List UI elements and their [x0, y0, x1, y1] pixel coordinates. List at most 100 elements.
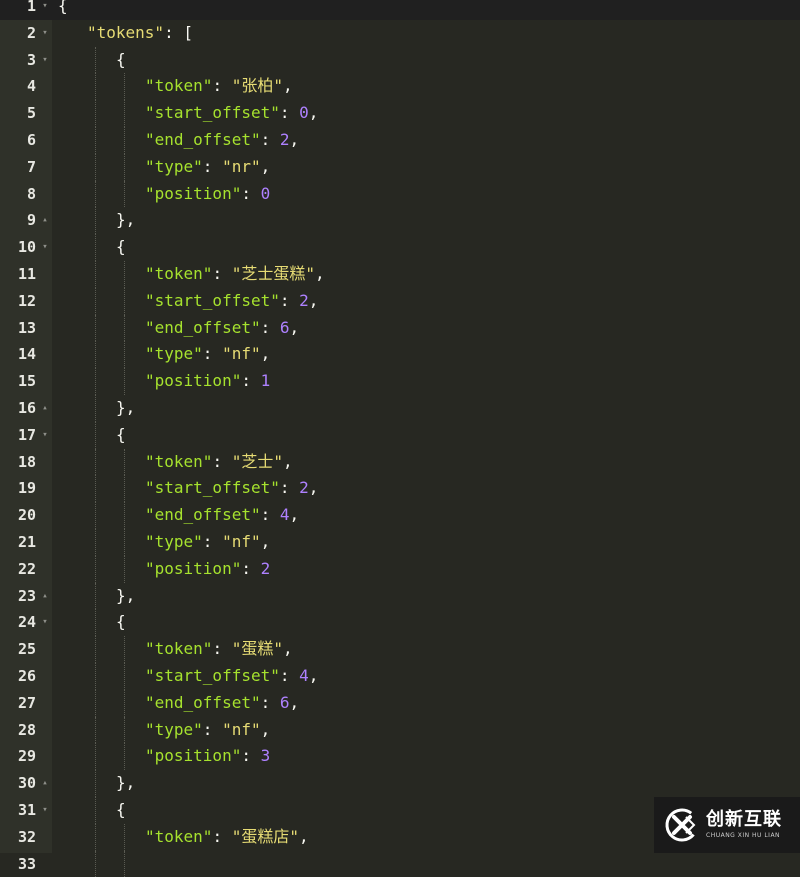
code-token: "蛋糕店"	[232, 827, 299, 846]
code-text: "type": "nf",	[58, 529, 270, 556]
code-token: "type"	[145, 344, 203, 363]
code-token: ,	[290, 693, 300, 712]
code-token: :	[261, 693, 280, 712]
code-text: "end_offset": 4,	[58, 502, 299, 529]
fold-open-icon[interactable]: ▾	[40, 797, 50, 824]
code-line[interactable]: 19"start_offset": 2,	[0, 475, 800, 502]
code-lines[interactable]: 1▾{2▾"tokens": [3▾{4"token": "张柏",5"star…	[0, 0, 800, 877]
line-number: 27	[0, 690, 36, 717]
code-line[interactable]: 9▴},	[0, 207, 800, 234]
code-line[interactable]: 33	[0, 851, 800, 877]
code-token: "nf"	[222, 720, 261, 739]
line-number: 22	[0, 556, 36, 583]
line-number: 5	[0, 100, 36, 127]
code-token: :	[212, 76, 231, 95]
watermark-brand-en: CHUANG XIN HU LIAN	[706, 831, 782, 841]
code-line[interactable]: 22"position": 2	[0, 556, 800, 583]
fold-open-icon[interactable]: ▾	[40, 234, 50, 261]
line-number: 16	[0, 395, 36, 422]
code-token: ,	[309, 666, 319, 685]
code-token: :	[212, 639, 231, 658]
code-token: :	[203, 532, 222, 551]
code-token: {	[116, 612, 126, 631]
code-text: "position": 1	[58, 368, 270, 395]
indent-guide	[124, 851, 125, 877]
code-line[interactable]: 21 "type": "nf",	[0, 529, 800, 556]
line-number: 33	[0, 851, 36, 877]
code-text: "start_offset": 0,	[58, 100, 318, 127]
code-token: {	[116, 50, 126, 69]
code-line[interactable]: 15"position": 1	[0, 368, 800, 395]
code-token: "end_offset"	[145, 318, 261, 337]
code-token: "nr"	[222, 157, 261, 176]
code-token: :	[212, 827, 231, 846]
code-token: "start_offset"	[145, 666, 280, 685]
code-line[interactable]: 27"end_offset": 6,	[0, 690, 800, 717]
code-token: {	[116, 800, 126, 819]
fold-close-icon[interactable]: ▴	[40, 770, 50, 797]
code-line[interactable]: 17▾{	[0, 422, 800, 449]
code-token: ,	[283, 452, 293, 471]
line-number: 28	[0, 717, 36, 744]
code-line[interactable]: 5 "start_offset": 0,	[0, 100, 800, 127]
line-number: 7	[0, 154, 36, 181]
code-line[interactable]: 12"start_offset": 2,	[0, 288, 800, 315]
code-text: "token": "蛋糕",	[58, 636, 293, 663]
fold-open-icon[interactable]: ▾	[40, 0, 50, 20]
code-line[interactable]: 2▾"tokens": [	[0, 20, 800, 47]
code-line[interactable]: 6"end_offset": 2,	[0, 127, 800, 154]
code-text: {	[58, 422, 126, 449]
line-number: 9	[0, 207, 36, 234]
code-line[interactable]: 23▴},	[0, 583, 800, 610]
code-line[interactable]: 26"start_offset": 4,	[0, 663, 800, 690]
line-number: 8	[0, 181, 36, 208]
code-text: "token": "张柏",	[58, 73, 293, 100]
code-line[interactable]: 3▾{	[0, 47, 800, 74]
code-text: "tokens": [	[58, 20, 193, 47]
code-line[interactable]: 28"type": "nf",	[0, 717, 800, 744]
code-token: ,	[283, 76, 293, 95]
code-token: },	[116, 398, 135, 417]
fold-close-icon[interactable]: ▴	[40, 395, 50, 422]
code-token: 4	[280, 505, 290, 524]
code-token: ,	[309, 103, 319, 122]
code-editor[interactable]: 1▾{2▾"tokens": [3▾{4"token": "张柏",5"star…	[0, 0, 800, 853]
fold-open-icon[interactable]: ▾	[40, 422, 50, 449]
line-number: 21	[0, 529, 36, 556]
code-line[interactable]: 14"type": "nf",	[0, 341, 800, 368]
code-line[interactable]: 30▴},	[0, 770, 800, 797]
fold-open-icon[interactable]: ▾	[40, 47, 50, 74]
line-number: 6	[0, 127, 36, 154]
code-token: :	[212, 452, 231, 471]
code-line[interactable]: 1▾{	[0, 0, 800, 20]
code-line[interactable]: 25"token": "蛋糕",	[0, 636, 800, 663]
code-line[interactable]: 20"end_offset": 4,	[0, 502, 800, 529]
code-line[interactable]: 16▴},	[0, 395, 800, 422]
code-token: "nf"	[222, 532, 261, 551]
line-number: 26	[0, 663, 36, 690]
code-text: "position": 3	[58, 743, 270, 770]
code-line[interactable]: 13"end_offset": 6,	[0, 315, 800, 342]
code-token: : [	[164, 23, 193, 42]
code-line[interactable]: 24▾{	[0, 609, 800, 636]
code-line[interactable]: 29 "position": 3	[0, 743, 800, 770]
code-token: 4	[299, 666, 309, 685]
fold-open-icon[interactable]: ▾	[40, 609, 50, 636]
fold-close-icon[interactable]: ▴	[40, 583, 50, 610]
code-line[interactable]: 11"token": "芝士蛋糕",	[0, 261, 800, 288]
code-line[interactable]: 7"type": "nr",	[0, 154, 800, 181]
code-line[interactable]: 10▾{	[0, 234, 800, 261]
code-line[interactable]: 18"token": "芝士",	[0, 449, 800, 476]
code-token: "蛋糕"	[232, 639, 283, 658]
code-line[interactable]: 8"position": 0	[0, 181, 800, 208]
code-text: "token": "芝士",	[58, 449, 293, 476]
line-number: 29	[0, 743, 36, 770]
code-token: ,	[309, 291, 319, 310]
code-token: :	[203, 344, 222, 363]
fold-close-icon[interactable]: ▴	[40, 207, 50, 234]
code-text: "start_offset": 2,	[58, 475, 318, 502]
code-token: "position"	[145, 559, 241, 578]
fold-open-icon[interactable]: ▾	[40, 20, 50, 47]
code-token: 0	[299, 103, 309, 122]
code-line[interactable]: 4"token": "张柏",	[0, 73, 800, 100]
